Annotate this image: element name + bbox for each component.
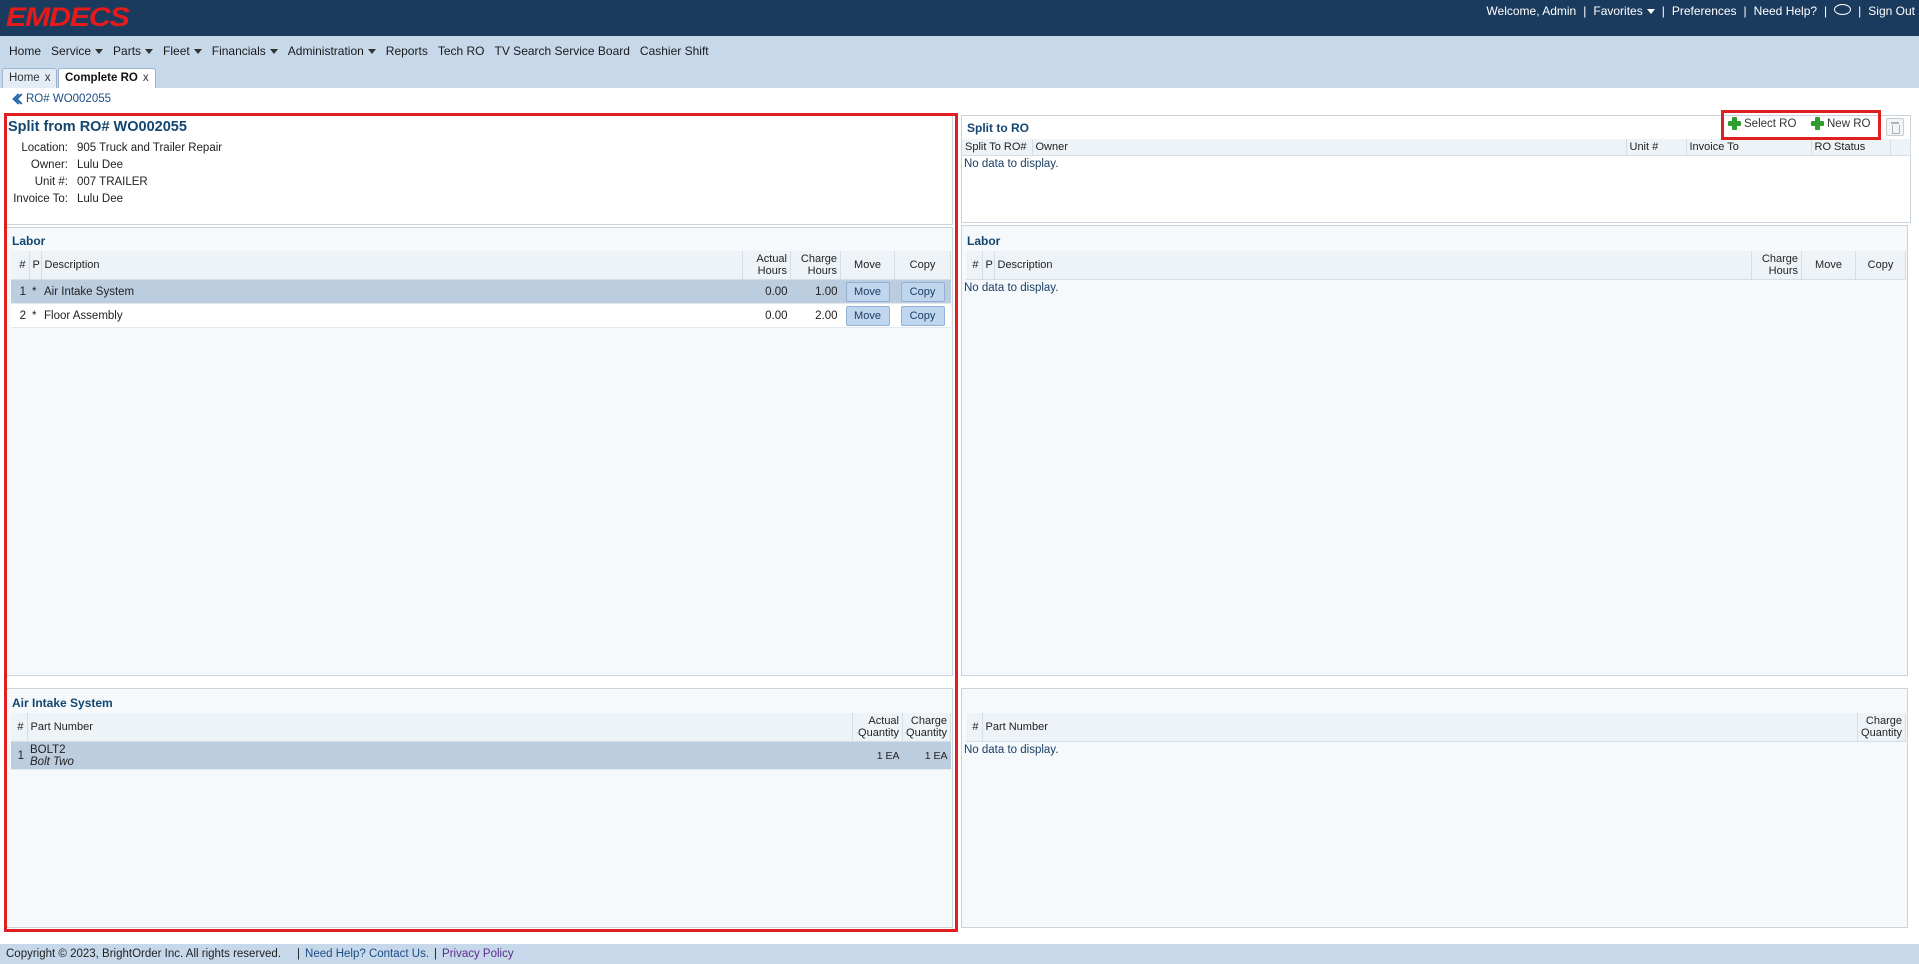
labor-title: Labor (12, 234, 46, 248)
back-icon[interactable] (12, 93, 22, 105)
menu-tv-search-service-board[interactable]: TV Search Service Board (490, 44, 635, 58)
tab-home[interactable]: Home x (2, 68, 58, 88)
right-labor-panel: Labor # P Description Charge Hours Move C… (961, 225, 1908, 676)
plus-icon (1811, 117, 1824, 130)
main-menu: Home Service Parts Fleet Financials Admi… (0, 36, 1919, 66)
unit-value: 007 TRAILER (77, 176, 148, 188)
part-number: BOLT2 (30, 743, 66, 756)
labor-title: Labor (967, 234, 1001, 248)
move-button[interactable]: Move (845, 305, 890, 326)
chevron-down-icon (1646, 9, 1655, 15)
chat-icon[interactable] (1834, 3, 1852, 15)
labor-description: Air Intake System (41, 279, 743, 304)
new-ro-button[interactable]: New RO (1811, 117, 1870, 130)
chevron-down-icon (145, 49, 154, 55)
favorites-menu[interactable]: Favorites (1593, 4, 1655, 18)
emdecs-logo[interactable]: EMDECS (6, 3, 130, 31)
split-from-title: Split from RO# WO002055 (8, 119, 187, 135)
location-row: Location: 905 Truck and Trailer Repair (21, 142, 223, 154)
chevron-down-icon (193, 49, 202, 55)
contact-us-link[interactable]: Need Help? Contact Us. (305, 948, 429, 960)
right-parts-panel: # Part Number Charge Quantity No data to … (961, 688, 1908, 928)
menu-financials[interactable]: Financials (207, 44, 283, 58)
invoice-row: Invoice To: Lulu Dee (13, 193, 124, 205)
copy-button[interactable]: Copy (900, 281, 945, 302)
sign-out-link[interactable]: Sign Out (1868, 4, 1915, 18)
chevron-down-icon (269, 49, 278, 55)
split-to-table: Split To RO# Owner Unit # Invoice To RO … (962, 139, 1911, 156)
right-labor-table: # P Description Charge Hours Move Copy (966, 251, 1906, 280)
menu-service[interactable]: Service (46, 44, 108, 58)
invoice-value: Lulu Dee (77, 193, 124, 205)
owner-row: Owner: Lulu Dee (30, 159, 124, 171)
split-to-title: Split to RO (967, 121, 1029, 135)
location-value: 905 Truck and Trailer Repair (77, 142, 223, 154)
table-row[interactable]: 1 BOLT2 Bolt Two 1 EA 1 EA (11, 741, 951, 770)
parts-section-title: Air Intake System (12, 696, 113, 710)
breadcrumb[interactable]: RO# WO002055 (12, 93, 111, 105)
no-data-message: No data to display. (964, 158, 1059, 170)
menu-reports[interactable]: Reports (381, 44, 433, 58)
split-to-panel: Split to RO Split To RO# Owner Unit # In… (961, 115, 1911, 223)
copy-button[interactable]: Copy (900, 305, 945, 326)
menu-tech-ro[interactable]: Tech RO (433, 44, 490, 58)
chevron-down-icon (95, 49, 104, 55)
preferences-link[interactable]: Preferences (1672, 4, 1737, 18)
need-help-link[interactable]: Need Help? (1754, 4, 1817, 18)
trash-icon[interactable] (1886, 118, 1904, 136)
left-parts-table: # Part Number Actual Quantity Charge Quant… (11, 713, 951, 770)
right-parts-table: # Part Number Charge Quantity (966, 713, 1906, 742)
labor-description: Floor Assembly (41, 303, 743, 328)
no-data-message: No data to display. (964, 282, 1059, 294)
menu-fleet[interactable]: Fleet (158, 44, 207, 58)
welcome-text: Welcome, Admin (1486, 4, 1577, 18)
left-labor-panel: Labor # P Description Actual Hours Charge… (6, 227, 953, 676)
part-description: Bolt Two (30, 755, 74, 768)
no-data-message: No data to display. (964, 744, 1059, 756)
close-icon[interactable]: x (45, 72, 51, 84)
menu-administration[interactable]: Administration (283, 44, 381, 58)
plus-icon (1728, 117, 1741, 130)
move-button[interactable]: Move (845, 281, 890, 302)
select-ro-button[interactable]: Select RO (1728, 117, 1796, 130)
unit-row: Unit #: 007 TRAILER (34, 176, 148, 188)
menu-parts[interactable]: Parts (108, 44, 158, 58)
top-links: Welcome, Admin | Favorites | Preferences… (1486, 3, 1915, 18)
top-header: EMDECS Welcome, Admin | Favorites | Pref… (0, 0, 1919, 36)
left-labor-table: # P Description Actual Hours Charge Hours … (11, 251, 951, 328)
left-parts-panel: Air Intake System # Part Number Actual Qu… (6, 688, 953, 928)
privacy-policy-link[interactable]: Privacy Policy (442, 948, 514, 960)
tab-complete-ro[interactable]: Complete RO x (58, 68, 156, 88)
menu-home[interactable]: Home (4, 44, 46, 58)
table-row[interactable]: 2 * Floor Assembly 0.00 2.00 Move Copy (11, 303, 951, 328)
chevron-down-icon (367, 49, 376, 55)
tab-strip: Home x Complete RO x (0, 66, 1919, 88)
footer: Copyright © 2023, BrightOrder Inc. All r… (0, 944, 1919, 964)
table-row[interactable]: 1 * Air Intake System 0.00 1.00 Move Cop… (11, 279, 951, 304)
menu-cashier-shift[interactable]: Cashier Shift (635, 44, 714, 58)
close-icon[interactable]: x (143, 72, 149, 84)
owner-value: Lulu Dee (77, 159, 124, 171)
copyright-text: Copyright © 2023, BrightOrder Inc. All r… (6, 948, 282, 960)
